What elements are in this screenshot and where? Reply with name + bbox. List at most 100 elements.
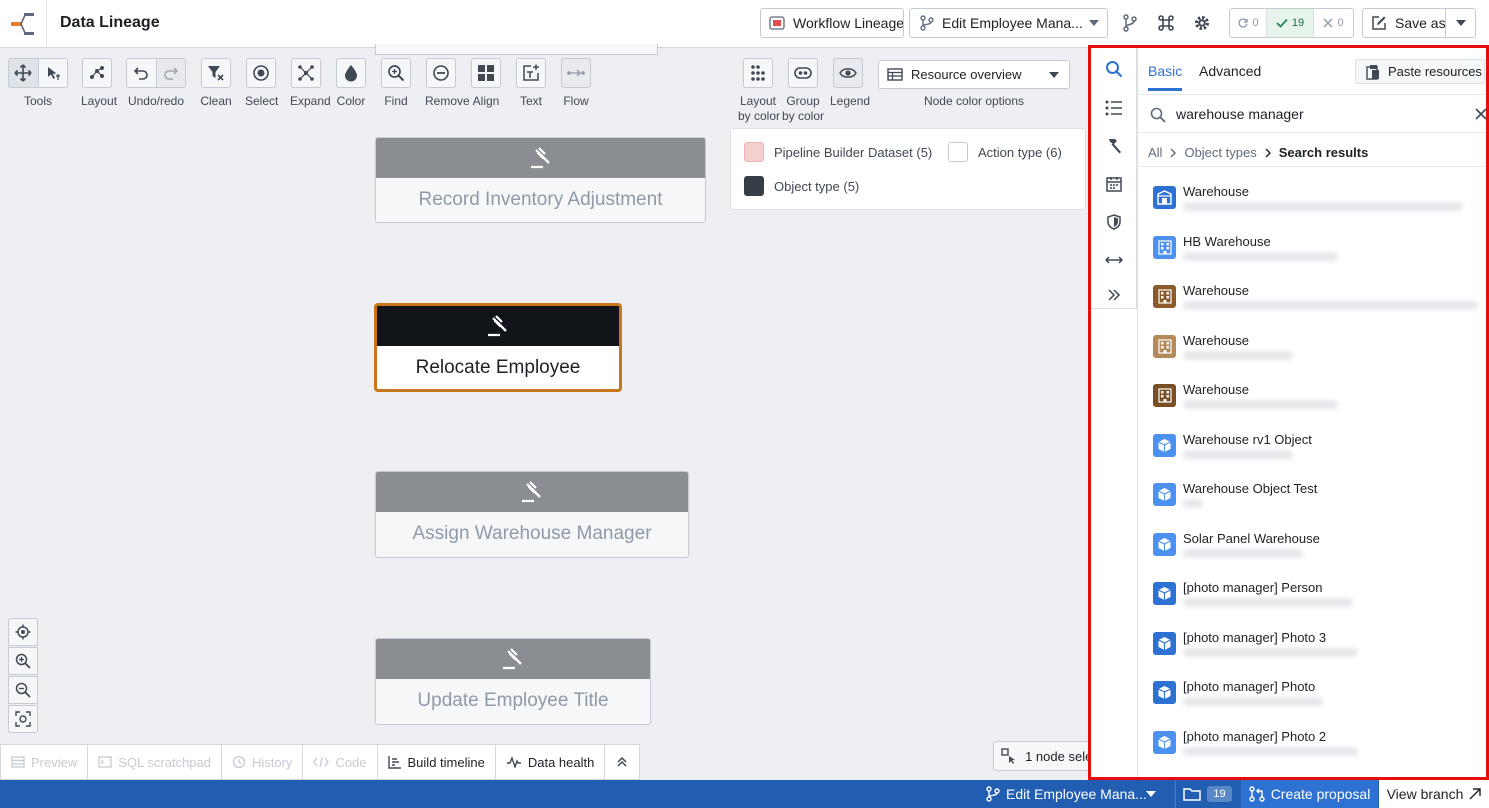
layout-tool[interactable]: Layout (81, 58, 117, 109)
save-options-button[interactable] (1445, 8, 1476, 38)
group-by-color-label-1: Group (786, 94, 820, 108)
cube-icon (1153, 582, 1176, 605)
search-result-title: [photo manager] Photo 2 (1183, 728, 1327, 744)
color-tool[interactable]: Color (335, 58, 367, 109)
group-by-color-tool[interactable]: Group by color (782, 58, 824, 124)
expand-panel-button[interactable] (605, 745, 639, 779)
search-result-title: Warehouse (1183, 283, 1249, 298)
recenter-button[interactable] (8, 618, 38, 646)
create-proposal-button[interactable]: Create proposal (1241, 780, 1378, 808)
hammer-icon[interactable] (1103, 135, 1125, 157)
save-as-button[interactable]: Save as (1362, 8, 1446, 38)
status-pending-count: 0 (1252, 17, 1259, 29)
legend-item-object-type: Object type (5) (744, 176, 859, 196)
tab-basic[interactable]: Basic (1148, 63, 1183, 91)
paste-resources-button[interactable]: Paste resources (1355, 59, 1485, 84)
branches-icon[interactable] (1119, 12, 1141, 34)
status-branch-select[interactable]: Edit Employee Mana... (984, 780, 1170, 808)
tab-preview[interactable]: Preview (1, 745, 89, 779)
breadcrumb-all[interactable]: All (1148, 145, 1162, 160)
breadcrumb-current: Search results (1278, 145, 1369, 160)
command-icon[interactable] (1155, 12, 1177, 34)
redo-button[interactable] (155, 59, 185, 87)
search-result-item[interactable]: Warehouse rv1 Object (1138, 416, 1486, 466)
gear-icon[interactable] (1191, 12, 1213, 34)
align-tool[interactable]: Align (470, 58, 502, 109)
flow-tool[interactable]: Flow (560, 58, 592, 109)
chevron-double-right-icon[interactable] (1103, 284, 1125, 306)
search-input[interactable] (1176, 103, 1466, 125)
arrows-horizontal-icon[interactable] (1103, 249, 1125, 271)
tab-data-health[interactable]: Data health (496, 745, 606, 779)
pan-tool-button[interactable] (9, 59, 38, 87)
find-tool[interactable]: Find (380, 58, 412, 109)
pulse-icon (506, 756, 522, 768)
search-result-subtitle-redacted (1183, 400, 1338, 409)
tab-code[interactable]: Code (303, 745, 378, 779)
breadcrumb-divider (1138, 166, 1486, 167)
search-field[interactable] (1138, 95, 1487, 133)
shield-icon[interactable] (1103, 211, 1125, 233)
cube-icon (1153, 730, 1176, 754)
search-result-item[interactable]: Warehouse (1138, 267, 1486, 317)
search-result-item[interactable]: [photo manager] Photo 2 (1138, 713, 1486, 763)
graph-node[interactable]: Record Inventory Adjustment (375, 137, 706, 223)
text-tool[interactable]: Text (515, 58, 547, 109)
legend-tool[interactable]: Legend (830, 58, 870, 109)
expand-tool[interactable]: Expand (290, 58, 331, 109)
tab-advanced[interactable]: Advanced (1199, 63, 1261, 79)
breadcrumb-object-types[interactable]: Object types (1184, 145, 1256, 160)
status-files[interactable]: 19 (1175, 780, 1239, 808)
select-tool[interactable]: Select (245, 58, 278, 109)
status-success[interactable]: 19 (1267, 9, 1314, 37)
search-result-item[interactable]: Warehouse (1138, 366, 1486, 416)
tab-history[interactable]: History (222, 745, 304, 779)
graph-node[interactable]: Assign Warehouse Manager (375, 471, 689, 558)
search-result-item[interactable]: Warehouse (1138, 168, 1486, 218)
status-failed[interactable]: 0 (1314, 9, 1353, 37)
view-branch-button[interactable]: View branch (1379, 780, 1489, 808)
clean-tool[interactable]: Clean (200, 58, 232, 109)
x-icon (1323, 18, 1333, 28)
search-result-item[interactable]: [photo manager] Photo (1138, 663, 1486, 713)
search-result-item[interactable]: Solar Panel Warehouse (1138, 515, 1486, 565)
graph-node-selected[interactable]: Relocate Employee (374, 303, 622, 392)
caret-down-icon (1455, 20, 1466, 26)
build-status-group[interactable]: 0 19 0 (1229, 8, 1354, 38)
clear-search-icon[interactable] (1475, 108, 1487, 120)
node-header (377, 306, 619, 346)
search-icon[interactable] (1103, 58, 1125, 80)
tab-history-label: History (251, 754, 293, 770)
search-result-item[interactable]: HB Warehouse (1138, 218, 1486, 268)
undo-redo-label: Undo/redo (127, 94, 185, 108)
node-header (376, 639, 650, 679)
select-tool-button[interactable] (37, 59, 67, 87)
zoom-out-button[interactable] (8, 676, 38, 704)
graph-node[interactable]: Update Employee Title (375, 638, 651, 725)
tab-sql-label: SQL scratchpad (118, 754, 211, 770)
node-name: Update Employee Title (417, 690, 609, 711)
search-result-title: Warehouse rv1 Object (1183, 431, 1312, 447)
offscreen-node[interactable] (375, 44, 658, 55)
search-result-title: [photo manager] Person (1183, 580, 1323, 595)
fit-view-button[interactable] (8, 705, 38, 733)
search-result-subtitle-redacted (1183, 350, 1293, 360)
zoom-in-button[interactable] (8, 647, 38, 675)
tab-build-timeline[interactable]: Build timeline (378, 745, 496, 779)
calendar-icon[interactable] (1103, 173, 1125, 195)
workflow-lineage-button[interactable]: Workflow Lineage (760, 8, 904, 38)
layout-by-color-tool[interactable]: Layout by color (738, 58, 780, 124)
branch-select[interactable]: Edit Employee Mana... (909, 8, 1108, 38)
list-icon[interactable] (1103, 97, 1125, 119)
remove-tool[interactable]: Remove (425, 58, 470, 109)
app-logo-icon[interactable] (0, 0, 47, 47)
tools-group: Tools (7, 58, 69, 109)
search-result-item[interactable]: [photo manager] Person (1138, 564, 1486, 614)
search-result-item[interactable]: Warehouse Object Test (1138, 465, 1486, 515)
node-color-select[interactable]: Resource overview (878, 60, 1070, 89)
search-result-item[interactable]: Warehouse (1138, 317, 1486, 367)
status-pending[interactable]: 0 (1230, 9, 1267, 37)
undo-button[interactable] (127, 59, 156, 87)
search-result-item[interactable]: [photo manager] Photo 3 (1138, 614, 1486, 664)
tab-sql-scratchpad[interactable]: SQL scratchpad (88, 745, 222, 779)
